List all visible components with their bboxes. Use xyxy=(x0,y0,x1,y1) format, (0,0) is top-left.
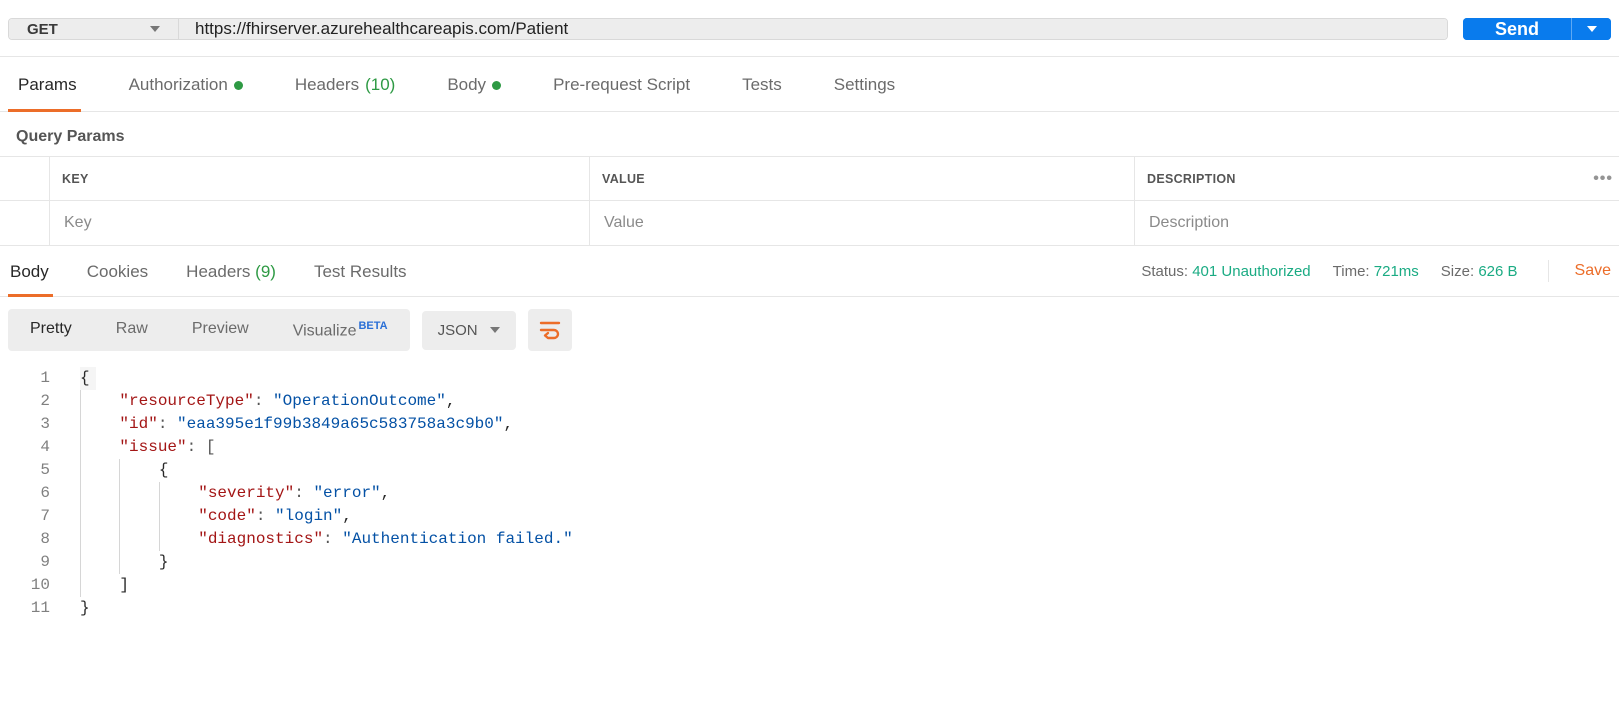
request-url-bar: GET Send xyxy=(0,0,1619,57)
send-dropdown[interactable] xyxy=(1571,18,1611,40)
row-checkbox-cell[interactable] xyxy=(0,201,50,245)
table-header-row: KEY VALUE DESCRIPTION ••• xyxy=(0,157,1619,201)
column-header-key: KEY xyxy=(50,157,590,201)
tab-tests[interactable]: Tests xyxy=(732,57,804,111)
tab-settings[interactable]: Settings xyxy=(824,57,917,111)
format-select[interactable]: JSON xyxy=(422,311,516,350)
response-bar: Body Cookies Headers (9) Test Results St… xyxy=(0,246,1619,297)
body-toolbar: Pretty Raw Preview VisualizeBETA JSON xyxy=(0,297,1619,363)
url-left: GET xyxy=(8,18,1448,40)
chevron-down-icon xyxy=(490,327,500,333)
tab-params[interactable]: Params xyxy=(8,57,99,111)
checkbox-header xyxy=(0,157,50,201)
view-visualize[interactable]: VisualizeBETA xyxy=(271,309,410,351)
size-group: Size: 626 B xyxy=(1441,263,1518,280)
line-gutter: 1234567891011 xyxy=(0,367,80,620)
query-params-title: Query Params xyxy=(0,112,1619,156)
status-value: 401 Unauthorized xyxy=(1192,263,1310,280)
response-meta: Status: 401 Unauthorized Time: 721ms Siz… xyxy=(1141,260,1611,282)
query-params-table: KEY VALUE DESCRIPTION ••• xyxy=(0,156,1619,246)
tab-response-cookies[interactable]: Cookies xyxy=(85,246,162,296)
response-tabs: Body Cookies Headers (9) Test Results xyxy=(8,246,1141,296)
beta-badge: BETA xyxy=(358,320,387,332)
status-group: Status: 401 Unauthorized xyxy=(1141,263,1310,280)
wrap-lines-button[interactable] xyxy=(528,309,572,351)
table-row xyxy=(0,201,1619,245)
column-header-description: DESCRIPTION ••• xyxy=(1135,157,1619,201)
view-pretty[interactable]: Pretty xyxy=(8,309,94,351)
tab-response-headers[interactable]: Headers (9) xyxy=(184,246,290,296)
column-header-value: VALUE xyxy=(590,157,1135,201)
save-response-button[interactable]: Save xyxy=(1575,262,1611,280)
send-button[interactable]: Send xyxy=(1463,18,1571,40)
tab-authorization[interactable]: Authorization xyxy=(119,57,265,111)
http-method-label: GET xyxy=(27,21,58,38)
tab-response-body[interactable]: Body xyxy=(8,246,63,296)
http-method-select[interactable]: GET xyxy=(9,19,179,39)
param-value-input[interactable] xyxy=(602,213,1122,233)
divider xyxy=(1548,260,1549,282)
time-group: Time: 721ms xyxy=(1333,263,1419,280)
view-mode-segment: Pretty Raw Preview VisualizeBETA xyxy=(8,309,410,351)
tab-headers[interactable]: Headers (10) xyxy=(285,57,418,111)
code-lines[interactable]: { "resourceType": "OperationOutcome", "i… xyxy=(80,367,1619,620)
chevron-down-icon xyxy=(1587,26,1597,32)
request-tabs: Params Authorization Headers (10) Body P… xyxy=(0,57,1619,112)
tab-response-test-results[interactable]: Test Results xyxy=(312,246,421,296)
status-dot-icon xyxy=(234,81,243,90)
url-input[interactable] xyxy=(179,19,1447,39)
size-value: 626 B xyxy=(1478,263,1517,280)
param-key-input[interactable] xyxy=(62,213,577,233)
status-dot-icon xyxy=(492,81,501,90)
param-description-input[interactable] xyxy=(1147,213,1607,233)
tab-body[interactable]: Body xyxy=(437,57,523,111)
time-value: 721ms xyxy=(1374,263,1419,280)
view-preview[interactable]: Preview xyxy=(170,309,271,351)
more-options-icon[interactable]: ••• xyxy=(1593,170,1613,188)
response-code: 1234567891011 { "resourceType": "Operati… xyxy=(0,363,1619,620)
send-button-group: Send xyxy=(1463,18,1611,40)
chevron-down-icon xyxy=(150,26,160,32)
view-raw[interactable]: Raw xyxy=(94,309,170,351)
tab-prerequest[interactable]: Pre-request Script xyxy=(543,57,712,111)
wrap-icon xyxy=(539,320,561,340)
